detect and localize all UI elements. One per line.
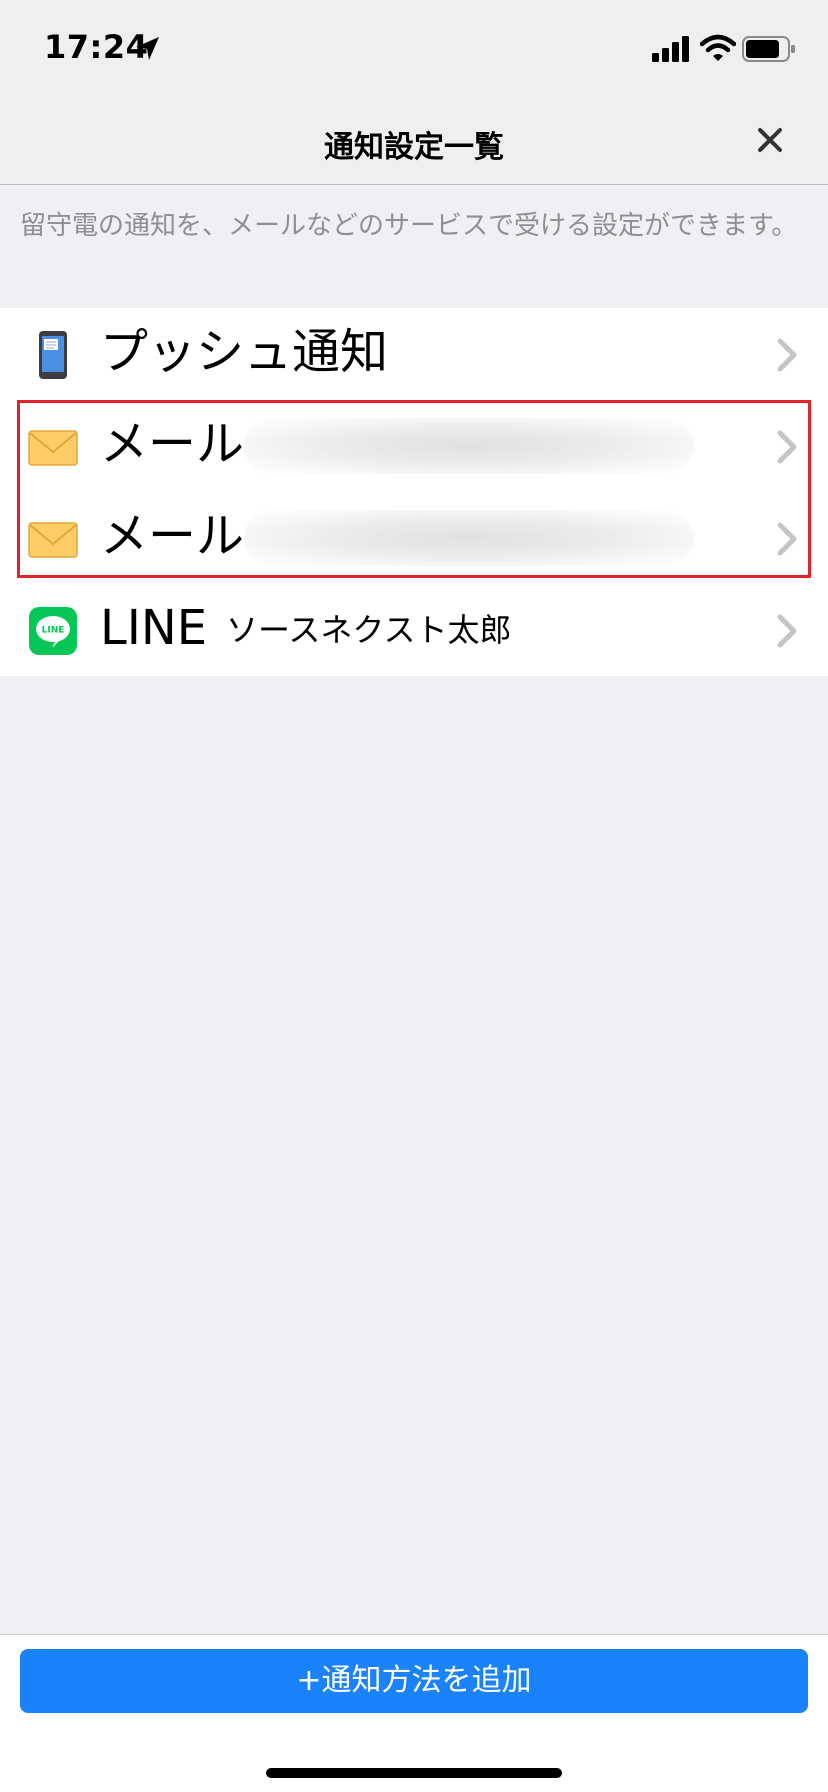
chevron-right-icon bbox=[777, 614, 797, 648]
add-notification-button[interactable]: +通知方法を追加 bbox=[20, 1649, 808, 1713]
list-item-push[interactable]: プッシュ通知 bbox=[0, 308, 828, 400]
battery-icon bbox=[742, 36, 795, 62]
wifi-icon bbox=[700, 34, 736, 61]
cellular-signal-icon bbox=[652, 36, 689, 62]
nav-bar: 通知設定一覧 bbox=[0, 96, 828, 185]
chevron-right-icon bbox=[777, 338, 797, 372]
line-account-name: ソースネクスト太郎 bbox=[226, 611, 512, 649]
home-area bbox=[0, 1724, 828, 1792]
list-item-label: プッシュ通知 bbox=[100, 324, 389, 380]
status-bar: 17:24 bbox=[0, 0, 828, 96]
close-icon[interactable] bbox=[752, 122, 788, 158]
list-item-line[interactable]: LINE LINE ソースネクスト太郎 bbox=[0, 584, 828, 676]
svg-text:LINE: LINE bbox=[42, 626, 65, 636]
line-icon: LINE bbox=[29, 607, 77, 655]
description-text: 留守電の通知を、メールなどのサービスで受ける設定ができます。 bbox=[20, 211, 798, 241]
location-arrow-icon bbox=[136, 37, 159, 60]
bottom-bar: +通知方法を追加 bbox=[0, 1634, 828, 1725]
list-item-label: LINE bbox=[100, 600, 208, 656]
highlight-box bbox=[17, 400, 811, 578]
phone-icon bbox=[39, 331, 67, 379]
page-title: 通知設定一覧 bbox=[324, 130, 504, 165]
home-indicator[interactable] bbox=[266, 1768, 562, 1778]
